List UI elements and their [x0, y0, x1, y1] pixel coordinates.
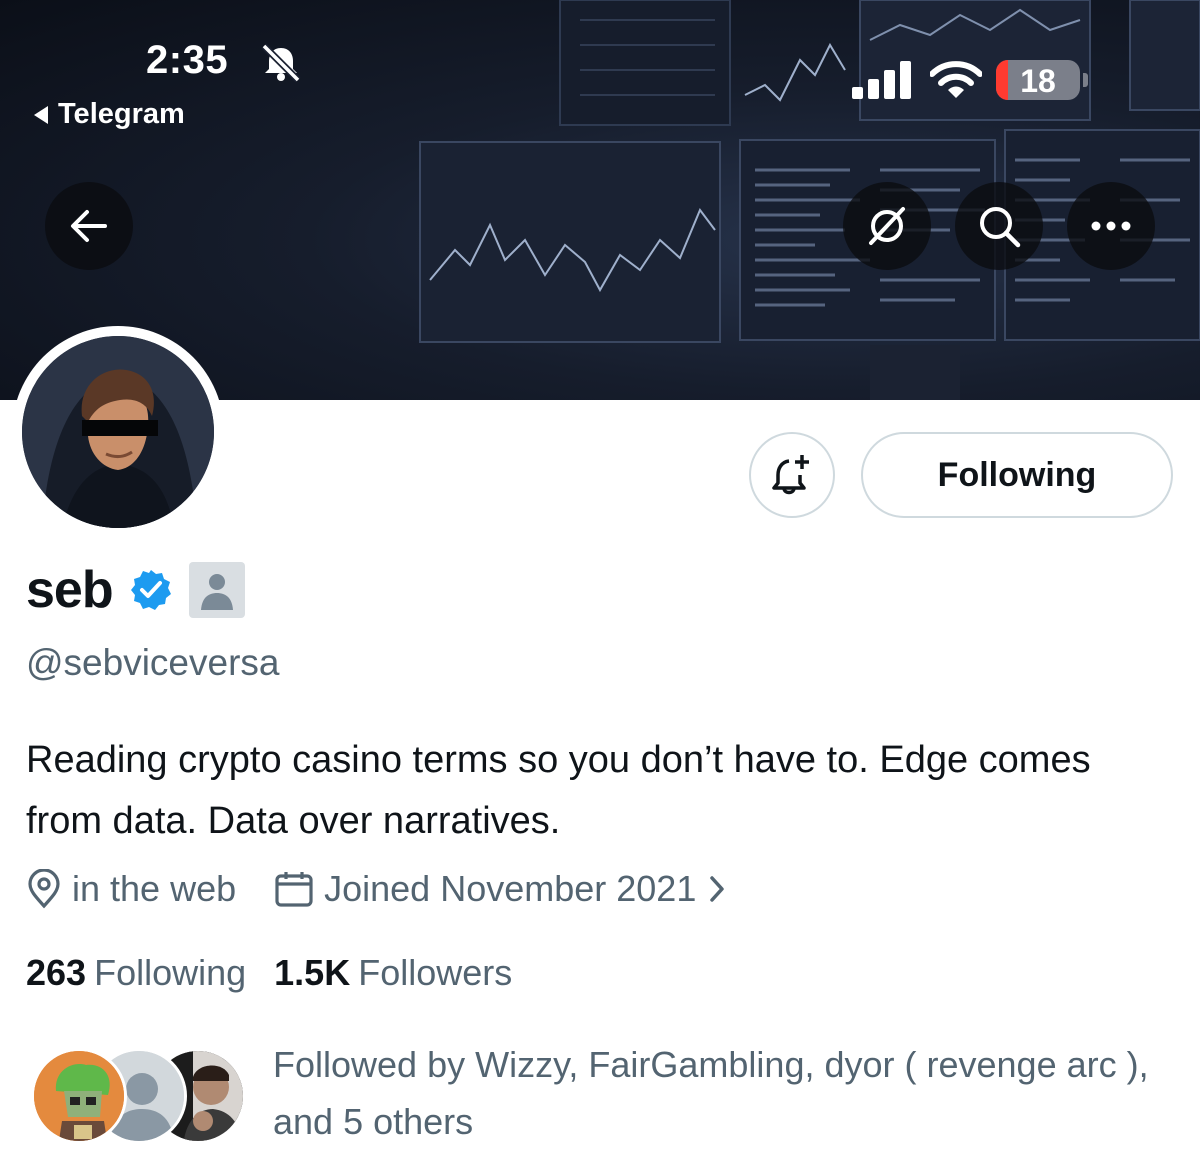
back-arrow-icon	[71, 210, 107, 242]
followers-stat[interactable]: 1.5K Followers	[274, 952, 512, 994]
follow-stats: 263 Following 1.5K Followers	[26, 952, 512, 994]
bell-plus-icon	[772, 455, 809, 495]
back-to-app-link[interactable]: Telegram	[34, 98, 185, 131]
status-time: 2:35	[146, 38, 229, 82]
joined-item[interactable]: Joined November 2021	[274, 868, 728, 910]
name-row: seb	[26, 560, 245, 620]
notifications-button[interactable]	[749, 432, 835, 518]
following-label: Following	[94, 952, 247, 993]
grok-icon	[869, 207, 905, 245]
more-button[interactable]	[1067, 182, 1155, 270]
user-handle: @sebviceversa	[26, 642, 280, 683]
profile-meta: in the web Joined November 2021	[26, 868, 728, 910]
location-item: in the web	[26, 868, 236, 910]
followers-count: 1.5K	[274, 952, 351, 993]
following-stat[interactable]: 263 Following	[26, 952, 246, 994]
avatar[interactable]	[22, 336, 214, 528]
back-button[interactable]	[45, 182, 133, 270]
avatar-frame[interactable]	[12, 326, 224, 538]
avatar-image	[22, 336, 214, 528]
following-button[interactable]: Following	[861, 432, 1173, 518]
profile-banner[interactable]: 2:35 Telegram 18	[0, 0, 1200, 400]
affiliate-badge-icon[interactable]	[188, 562, 245, 618]
joined-text: Joined November 2021	[324, 868, 697, 909]
wifi-icon	[930, 61, 982, 98]
chevron-right-icon	[710, 876, 725, 902]
bell-slash-icon	[261, 43, 301, 82]
search-icon	[980, 207, 1021, 248]
followed-by-text[interactable]: Followed by Wizzy, FairGambling, dyor ( …	[273, 1036, 1173, 1150]
location-pin-icon	[28, 869, 60, 909]
battery-tip	[1083, 73, 1088, 87]
display-name: seb	[26, 561, 114, 619]
followers-label: Followers	[358, 952, 513, 993]
grok-button[interactable]	[843, 182, 931, 270]
calendar-icon	[275, 872, 313, 907]
status-indicators: 18	[850, 60, 1088, 100]
search-button[interactable]	[955, 182, 1043, 270]
back-app-label: Telegram	[58, 98, 185, 130]
verified-badge-icon[interactable]	[129, 568, 173, 612]
cellular-signal-icon	[852, 61, 911, 99]
battery-icon: 18	[996, 60, 1080, 100]
follower-avatar-1	[31, 1048, 127, 1144]
following-count: 263	[26, 952, 87, 993]
profile-bio: Reading crypto casino terms so you don’t…	[26, 739, 1091, 842]
location-text: in the web	[72, 868, 237, 909]
back-triangle-icon	[34, 105, 48, 124]
battery-percent: 18	[1020, 63, 1056, 99]
more-icon	[1091, 221, 1131, 231]
